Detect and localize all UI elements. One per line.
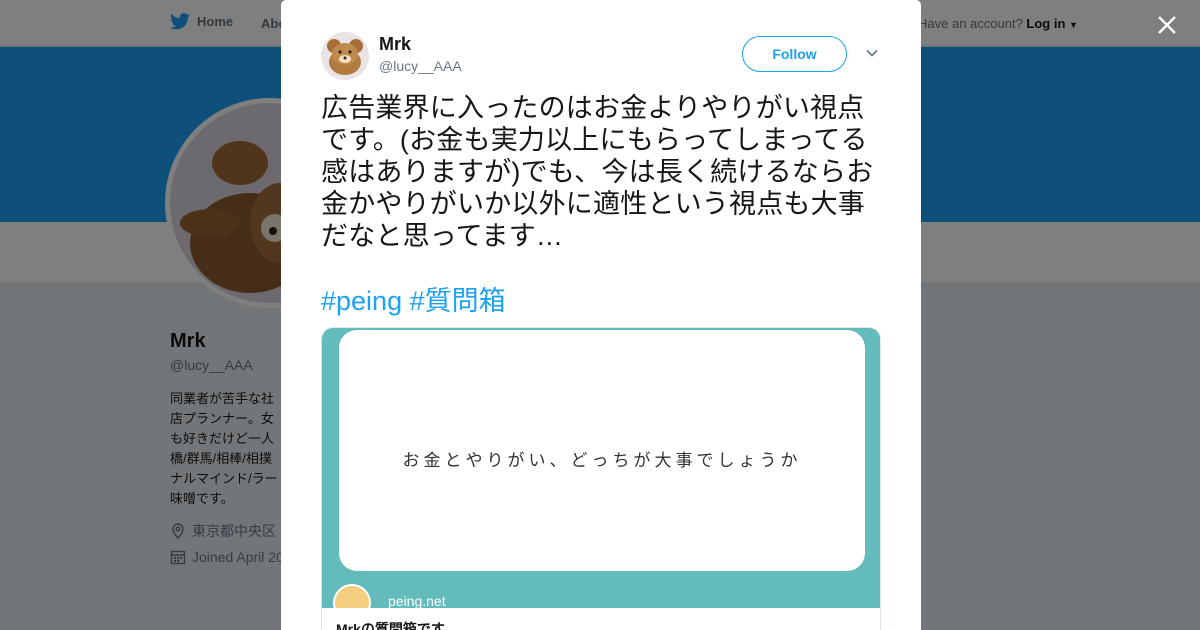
card-image: お金とやりがい、どっちが大事でしょうか peing.net — [322, 328, 880, 622]
chevron-down-icon — [866, 49, 878, 57]
close-modal-button[interactable] — [1152, 10, 1182, 40]
tweet-author-name[interactable]: Mrk — [379, 34, 411, 55]
tweet-author-avatar[interactable] — [321, 32, 369, 80]
tweet-menu-caret[interactable] — [864, 45, 880, 61]
card-domain: peing.net — [388, 593, 446, 609]
close-icon — [1158, 16, 1176, 34]
tweet-author-handle[interactable]: @lucy__AAA — [379, 58, 462, 74]
tweet-hashtags: #peing #質問箱 — [321, 284, 506, 318]
link-preview-card[interactable]: お金とやりがい、どっちが大事でしょうか peing.net Mrkの質問箱です — [321, 327, 881, 630]
card-question-panel: お金とやりがい、どっちが大事でしょうか — [339, 330, 865, 571]
card-body: Mrkの質問箱です — [322, 608, 880, 630]
tweet-modal: Mrk @lucy__AAA Follow 広告業界に入ったのはお金よりやりがい… — [281, 0, 921, 630]
card-question-text: お金とやりがい、どっちが大事でしょうか — [402, 451, 802, 471]
card-title: Mrkの質問箱です — [336, 621, 445, 630]
hashtag-link[interactable]: #質問箱 — [410, 286, 506, 316]
teddy-bear-avatar — [321, 32, 369, 80]
hashtag-link[interactable]: #peing — [321, 286, 402, 316]
tweet-text: 広告業界に入ったのはお金よりやりがい視点です。(お金も実力以上にもらってしまって… — [321, 93, 874, 251]
follow-button[interactable]: Follow — [742, 36, 847, 72]
